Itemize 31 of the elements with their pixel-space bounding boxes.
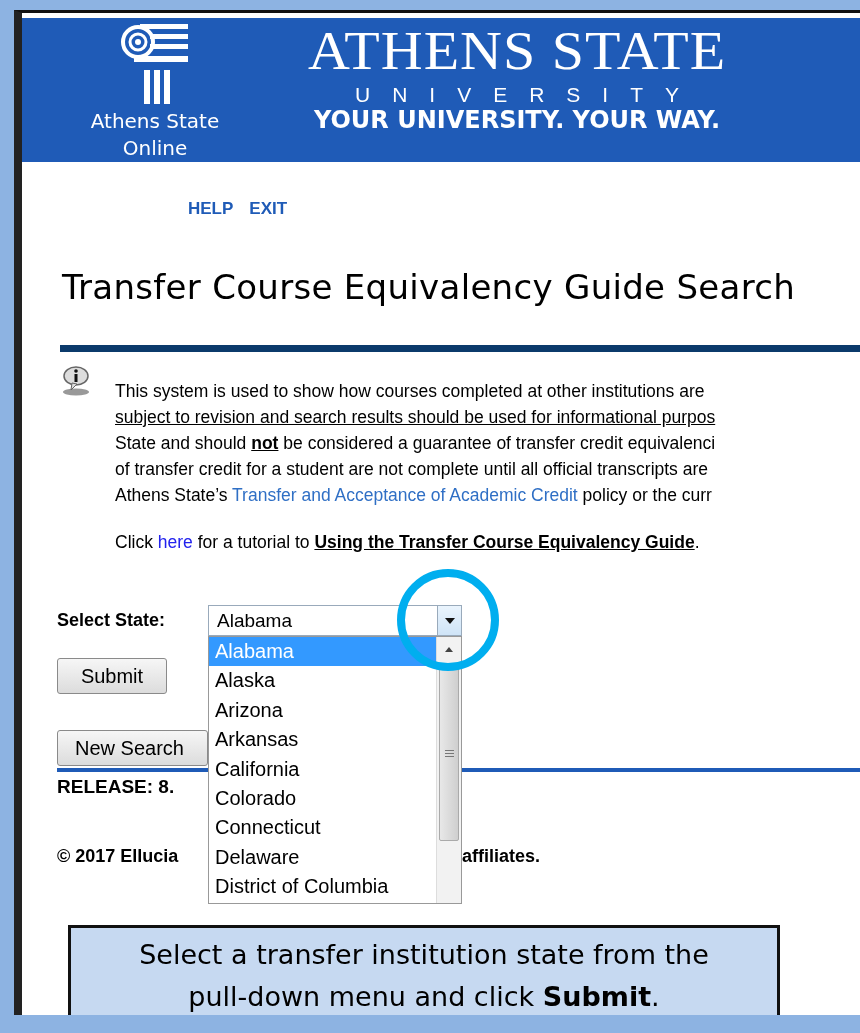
dropdown-option[interactable]: Colorado <box>209 783 436 814</box>
page-title: Transfer Course Equivalency Guide Search <box>62 267 797 307</box>
info-icon <box>62 366 90 396</box>
university-name: ATHENS STATE <box>307 19 727 83</box>
policy-link[interactable]: Transfer and Acceptance of Academic Credit <box>232 485 578 505</box>
dropdown-option[interactable]: Delaware <box>209 842 436 873</box>
dropdown-option[interactable]: California <box>209 754 436 784</box>
dropdown-option[interactable]: Arizona <box>209 695 436 726</box>
dropdown-option[interactable]: Arkansas <box>209 725 436 755</box>
here-link[interactable]: here <box>157 532 193 552</box>
caret-icon <box>437 606 461 635</box>
dropdown-option[interactable]: Alaska <box>209 666 436 696</box>
dropdown-option[interactable]: Connecticut <box>209 813 436 843</box>
tagline: YOUR UNIVERSITY. YOUR WAY. <box>313 106 721 134</box>
dropdown-option[interactable]: District of Columbia <box>209 872 436 902</box>
column-icon <box>120 24 190 106</box>
copyright-text: affiliates. <box>462 846 541 867</box>
nav-link[interactable]: EXIT <box>249 199 288 219</box>
copyright-text: © 2017 Ellucia <box>57 846 179 866</box>
university-subtitle: UNIVERSITY <box>355 84 701 106</box>
callout-box: Select a transfer institution state from the pull-down menu and click Submit. <box>68 925 780 1015</box>
scrollbar[interactable] <box>436 637 461 903</box>
submit-button[interactable]: Submit <box>57 658 167 694</box>
select-state-label: Select State: <box>57 610 167 631</box>
release-text: RELEASE: 8. <box>57 776 175 798</box>
logo-caption: Athens State Online <box>89 108 221 162</box>
tutorial-text: Click here for a tutorial to Using the Transfer Course Equivalency Guide. <box>115 532 701 553</box>
new-search-button[interactable]: New Search <box>57 730 208 766</box>
info-paragraph: This system is used to show how courses completed at other institutions are subject to revision and search results should be used for informational purpos State and should not be considered a guarantee of transfer credit equivalenci of transfer credit for a student are not complete until all official transcripts are Athens State’s Transfer and Acceptance of Academic Credit policy or the curr <box>115 380 716 507</box>
nav-link[interactable]: HELP <box>188 199 234 219</box>
state-dropdown[interactable]: Alabama <box>208 605 462 636</box>
